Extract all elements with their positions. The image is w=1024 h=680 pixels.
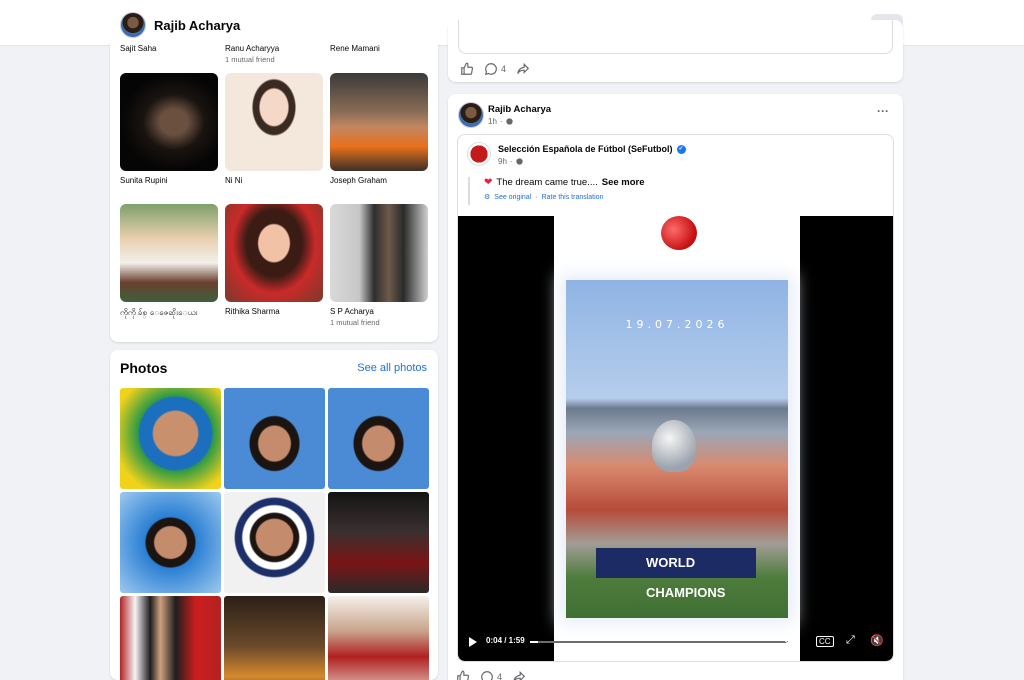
like-icon[interactable] — [456, 670, 470, 680]
friend-photo[interactable] — [120, 73, 218, 171]
video-time: 0:04 / 1:59 — [486, 636, 525, 645]
friend-name[interactable]: Ranu Acharyya — [225, 44, 279, 53]
mutual-friends: 1 mutual friend — [225, 55, 275, 64]
friend-photo[interactable] — [330, 204, 428, 302]
mutual-friends: 1 mutual friend — [330, 318, 380, 327]
dot-separator: · — [535, 193, 538, 201]
video-player[interactable]: 19.07.2026 WORLD CHAMPIONS 0:04 / 1:59 ⚙… — [458, 216, 893, 661]
photo-thumbnail[interactable] — [224, 388, 325, 489]
photo-thumbnail[interactable] — [328, 388, 429, 489]
shared-post[interactable]: Selección Española de Fútbol (SeFutbol) … — [457, 134, 894, 662]
friend-tile[interactable]: Sunita Rupini — [120, 73, 218, 185]
friend-tile[interactable]: Rithika Sharma — [225, 204, 323, 316]
friend-photo[interactable] — [330, 73, 428, 171]
friend-name[interactable]: Sajit Saha — [120, 44, 156, 53]
verified-badge-icon: ✓ — [676, 144, 686, 154]
friend-name[interactable]: Ni Ni — [225, 176, 323, 185]
page-logo[interactable] — [467, 142, 491, 166]
friend-name[interactable]: Rene Mamani — [330, 44, 380, 53]
mute-icon[interactable]: 🔇 — [870, 634, 884, 647]
video-progress-bar[interactable] — [530, 641, 788, 643]
post-caption: ❤ The dream came true.... See more ⚙ See… — [468, 177, 645, 205]
author-name[interactable]: Rajib Acharya — [488, 104, 551, 115]
photo-thumbnail[interactable] — [328, 492, 429, 593]
heart-icon: ❤ — [484, 177, 493, 188]
profile-header[interactable]: Rajib Acharya — [120, 12, 240, 38]
friend-tile[interactable]: Ni Ni — [225, 73, 323, 185]
video-progress-fill — [530, 641, 538, 643]
rate-translation-link[interactable]: Rate this translation — [542, 194, 604, 201]
previous-post: 4 — [448, 20, 903, 82]
fullscreen-icon[interactable]: ⤢ — [846, 634, 855, 647]
translation-links: ⚙ See original · Rate this translation — [484, 193, 645, 202]
post-actions: 4 — [456, 670, 526, 680]
comment-icon — [481, 671, 493, 680]
avatar[interactable] — [120, 12, 146, 38]
friend-photo[interactable] — [120, 204, 218, 302]
globe-icon — [515, 158, 523, 165]
friend-photo[interactable] — [225, 73, 323, 171]
post-time[interactable]: 1h — [488, 117, 497, 126]
dot-separator: · — [499, 117, 503, 126]
like-icon[interactable] — [460, 62, 474, 76]
shared-post-time[interactable]: 9h — [498, 157, 507, 166]
friend-tile[interactable]: ကိုကို ခ်စ္ ေဇေဆိုးေယး — [120, 204, 218, 319]
captions-icon[interactable]: CC — [816, 636, 834, 647]
friend-tile[interactable]: S P Acharya 1 mutual friend — [330, 204, 428, 327]
globe-icon — [505, 118, 513, 125]
friend-name[interactable]: S P Acharya — [330, 307, 428, 316]
comment-count: 4 — [497, 672, 503, 680]
friends-card: Sajit Saha Ranu Acharyya 1 mutual friend… — [110, 38, 438, 342]
shared-post-meta: 9h · — [498, 157, 523, 166]
see-original-link[interactable]: See original — [494, 194, 531, 201]
post-card: Rajib Acharya 1h · ··· Selección Español… — [448, 94, 903, 680]
photo-thumbnail[interactable] — [120, 492, 221, 593]
comment-button[interactable]: 4 — [484, 62, 506, 76]
friend-photo[interactable] — [225, 204, 323, 302]
settings-gear-icon[interactable]: ⚙ — [784, 634, 794, 647]
post-actions: 4 — [460, 62, 530, 76]
see-all-photos-link[interactable]: See all photos — [357, 362, 427, 374]
photo-thumbnail[interactable] — [120, 596, 221, 680]
photo-thumbnail[interactable] — [120, 388, 221, 489]
photo-thumbnail[interactable] — [224, 596, 325, 680]
friend-tile[interactable]: Joseph Graham — [330, 73, 428, 185]
page-name[interactable]: Selección Española de Fútbol (SeFutbol) — [498, 144, 673, 154]
video-banner: WORLD CHAMPIONS — [596, 548, 756, 600]
page-name-row: Selección Española de Fútbol (SeFutbol) … — [498, 144, 686, 154]
author-avatar[interactable] — [458, 102, 484, 128]
dot-separator: · — [509, 157, 513, 166]
friend-name[interactable]: ကိုကို ခ်စ္ ေဇေဆိုးေယး — [120, 307, 218, 319]
friend-name[interactable]: Rithika Sharma — [225, 307, 323, 316]
share-icon[interactable] — [512, 670, 526, 680]
photo-thumbnail[interactable] — [328, 596, 429, 680]
post-meta: 1h · — [488, 117, 513, 126]
comment-button[interactable]: 4 — [480, 670, 502, 680]
post-options-button[interactable]: ··· — [877, 104, 889, 118]
profile-name[interactable]: Rajib Acharya — [154, 18, 240, 33]
video-ball-graphic — [661, 216, 697, 250]
video-image: 19.07.2026 WORLD CHAMPIONS — [566, 280, 788, 618]
friend-name[interactable]: Joseph Graham — [330, 176, 428, 185]
share-icon[interactable] — [516, 62, 530, 76]
caption-text: The dream came true.... — [496, 177, 598, 188]
translate-icon: ⚙ — [484, 194, 491, 201]
video-frame: 19.07.2026 WORLD CHAMPIONS — [554, 216, 800, 661]
video-date-overlay: 19.07.2026 — [625, 318, 729, 331]
photos-title: Photos — [120, 360, 168, 376]
friend-name[interactable]: Sunita Rupini — [120, 176, 218, 185]
see-more-link[interactable]: See more — [602, 177, 645, 188]
trophy-graphic — [652, 420, 696, 472]
shared-content-border — [458, 20, 893, 54]
video-controls: 0:04 / 1:59 ⚙ CC ⤢ 🔇 — [458, 628, 893, 658]
photo-thumbnail[interactable] — [224, 492, 325, 593]
play-icon[interactable] — [468, 636, 478, 648]
comment-icon — [484, 63, 497, 76]
photos-card: Photos See all photos — [110, 350, 438, 680]
comment-count: 4 — [501, 64, 507, 74]
